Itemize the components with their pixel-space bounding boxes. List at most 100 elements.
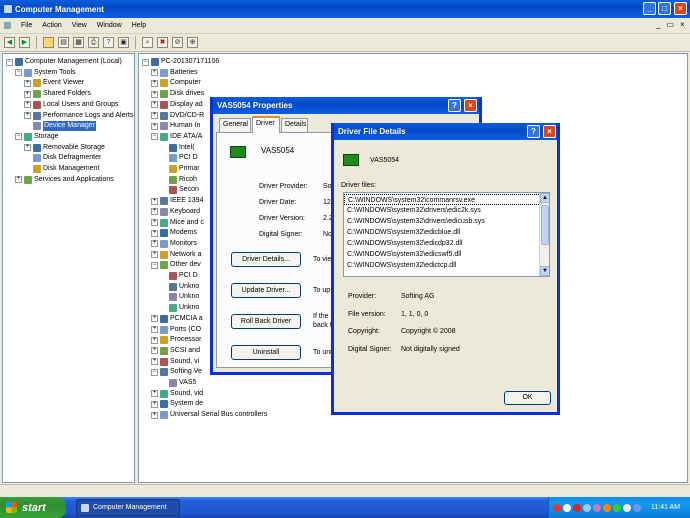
device-tree-node[interactable]: Unkno bbox=[160, 292, 199, 302]
expand-icon[interactable]: + bbox=[151, 197, 158, 205]
device-tree-node[interactable]: + System de bbox=[151, 399, 203, 409]
console-tree-node[interactable]: Disk Defragmenter bbox=[24, 153, 101, 163]
driver-file-item[interactable]: C:\WINDOWS\system32\drivers\edicusb.sys bbox=[344, 216, 549, 227]
device-tree-node[interactable]: + IEEE 1394 bbox=[151, 196, 203, 206]
console-tree-node[interactable]: + Local Users and Groups bbox=[24, 100, 118, 110]
device-tree-node[interactable]: + PCMCIA a bbox=[151, 314, 203, 324]
expand-icon[interactable]: + bbox=[151, 251, 158, 259]
update-driver-button[interactable]: Update Driver... bbox=[231, 283, 301, 298]
expand-icon[interactable]: + bbox=[151, 326, 158, 333]
collapse-icon[interactable]: − bbox=[151, 133, 158, 141]
properties-icon[interactable]: ▦ bbox=[73, 37, 84, 48]
uninstall-icon[interactable]: ✖ bbox=[157, 37, 168, 48]
expand-icon[interactable]: + bbox=[151, 69, 158, 77]
device-tree-node[interactable]: + Display ad bbox=[151, 100, 203, 110]
device-tree-node[interactable]: + Network a bbox=[151, 250, 202, 260]
start-button[interactable]: start bbox=[0, 497, 66, 518]
menu-view[interactable]: View bbox=[72, 22, 87, 29]
device-tree-node[interactable]: + Sound, vi bbox=[151, 357, 199, 367]
tab-details[interactable]: Details bbox=[281, 118, 308, 132]
console-tree-node[interactable]: + Shared Folders bbox=[24, 89, 91, 99]
show-hide-tree-icon[interactable]: ▤ bbox=[58, 37, 69, 48]
device-tree-node[interactable]: + Processor bbox=[151, 335, 202, 345]
driver-file-item[interactable]: C:\WINDOWS\system32\edictcp.dll bbox=[344, 260, 549, 271]
device-tree-node[interactable]: + Batteries bbox=[151, 68, 198, 78]
collapse-icon[interactable]: − bbox=[151, 368, 158, 376]
driver-files-list[interactable]: C:\WINDOWS\system32\commanrsv.exe C:\WIND… bbox=[343, 192, 550, 277]
expand-icon[interactable]: + bbox=[24, 79, 31, 87]
main-title-bar[interactable]: Computer Management _ □ × bbox=[0, 0, 690, 18]
device-tree-node[interactable]: Ricoh bbox=[160, 175, 197, 185]
print-icon[interactable]: ⎙ bbox=[88, 37, 99, 48]
collapse-icon[interactable]: − bbox=[142, 58, 149, 66]
details-title-bar[interactable]: Driver File Details ? × bbox=[334, 123, 557, 140]
expand-icon[interactable]: + bbox=[151, 101, 158, 109]
tray-app-icon-2[interactable] bbox=[573, 503, 581, 512]
properties-help-button[interactable]: ? bbox=[448, 99, 461, 112]
menu-action[interactable]: Action bbox=[42, 22, 61, 29]
tray-app-icon-5[interactable] bbox=[613, 503, 621, 512]
mdi-restore-button[interactable]: ▭ bbox=[666, 20, 674, 29]
expand-icon[interactable]: + bbox=[151, 219, 158, 226]
disable-icon[interactable]: ⊘ bbox=[172, 37, 183, 48]
console-tree-node[interactable]: + Event Viewer bbox=[24, 78, 84, 88]
enable-icon[interactable]: ⊕ bbox=[187, 37, 198, 48]
tab-general[interactable]: General bbox=[219, 118, 251, 132]
menu-file[interactable]: File bbox=[21, 22, 32, 29]
console-tree-node[interactable]: Disk Management bbox=[24, 164, 99, 174]
help-icon[interactable]: ? bbox=[103, 37, 114, 48]
files-scrollbar[interactable]: ▲ ▼ bbox=[539, 193, 549, 276]
device-tree-node[interactable]: − IDE ATA/A bbox=[151, 132, 202, 142]
device-tree-node[interactable]: + DVD/CD-R bbox=[151, 111, 204, 121]
device-tree-node[interactable]: + Disk drives bbox=[151, 89, 204, 99]
expand-icon[interactable]: + bbox=[24, 112, 31, 119]
device-tree-node[interactable]: Primar bbox=[160, 164, 200, 174]
device-tree-node[interactable]: − Softing Ve bbox=[151, 367, 202, 377]
expand-icon[interactable]: + bbox=[15, 176, 22, 184]
mdi-minimize-button[interactable]: _ bbox=[656, 20, 660, 29]
expand-icon[interactable]: + bbox=[151, 229, 158, 237]
console-tree-node[interactable]: − Storage bbox=[15, 132, 59, 142]
device-tree-node[interactable]: − Other dev bbox=[151, 260, 201, 270]
collapse-icon[interactable]: − bbox=[15, 133, 22, 141]
device-tree-node[interactable]: + Monitors bbox=[151, 239, 197, 249]
security-alert-icon[interactable] bbox=[553, 503, 561, 512]
device-tree-node[interactable]: + Modems bbox=[151, 228, 197, 238]
device-tree-node[interactable]: + Ports (CO bbox=[151, 325, 201, 335]
device-tree-node[interactable]: + SCSI and bbox=[151, 346, 200, 356]
maximize-button[interactable]: □ bbox=[658, 2, 671, 15]
app-menu-icon[interactable] bbox=[4, 22, 11, 29]
device-tree-node[interactable]: Unkno bbox=[160, 303, 199, 313]
device-tree-node[interactable]: + Computer bbox=[151, 78, 201, 88]
show-icon[interactable]: ▣ bbox=[118, 37, 129, 48]
clock[interactable]: 11:41 AM bbox=[651, 504, 680, 511]
minimize-button[interactable]: _ bbox=[643, 2, 656, 15]
expand-icon[interactable]: + bbox=[151, 358, 158, 366]
console-tree-node[interactable]: − Computer Management (Local) bbox=[6, 57, 122, 67]
scroll-up-icon[interactable]: ▲ bbox=[540, 193, 549, 203]
expand-icon[interactable]: + bbox=[24, 144, 31, 152]
close-button[interactable]: × bbox=[674, 2, 687, 15]
device-tree-node[interactable]: Secon bbox=[160, 185, 199, 195]
uninstall-button[interactable]: Uninstall bbox=[231, 345, 301, 360]
collapse-icon[interactable]: − bbox=[6, 58, 13, 66]
properties-title-bar[interactable]: VAS5054 Properties ? × bbox=[213, 97, 479, 114]
console-tree-node[interactable]: + Performance Logs and Alerts bbox=[24, 111, 133, 121]
device-tree-node[interactable]: + Sound, vid bbox=[151, 389, 203, 399]
network-icon[interactable] bbox=[583, 503, 591, 512]
expand-icon[interactable]: + bbox=[151, 411, 158, 419]
forward-icon[interactable]: ▶ bbox=[19, 37, 30, 48]
expand-icon[interactable]: + bbox=[151, 90, 158, 98]
scroll-down-icon[interactable]: ▼ bbox=[540, 266, 549, 276]
mdi-close-button[interactable]: × bbox=[680, 20, 685, 29]
device-tree-node[interactable]: Unkno bbox=[160, 282, 199, 292]
expand-icon[interactable]: + bbox=[151, 79, 158, 87]
expand-icon[interactable]: + bbox=[151, 336, 158, 344]
console-tree-node[interactable]: + Removable Storage bbox=[24, 143, 105, 153]
roll-back-driver-button[interactable]: Roll Back Driver bbox=[231, 314, 301, 329]
driver-details-button[interactable]: Driver Details... bbox=[231, 252, 301, 267]
device-tree-node[interactable]: PCI D bbox=[160, 271, 198, 281]
device-tree-node[interactable]: PCI D bbox=[160, 153, 198, 163]
expand-icon[interactable]: + bbox=[151, 390, 158, 398]
expand-icon[interactable]: + bbox=[151, 240, 158, 248]
